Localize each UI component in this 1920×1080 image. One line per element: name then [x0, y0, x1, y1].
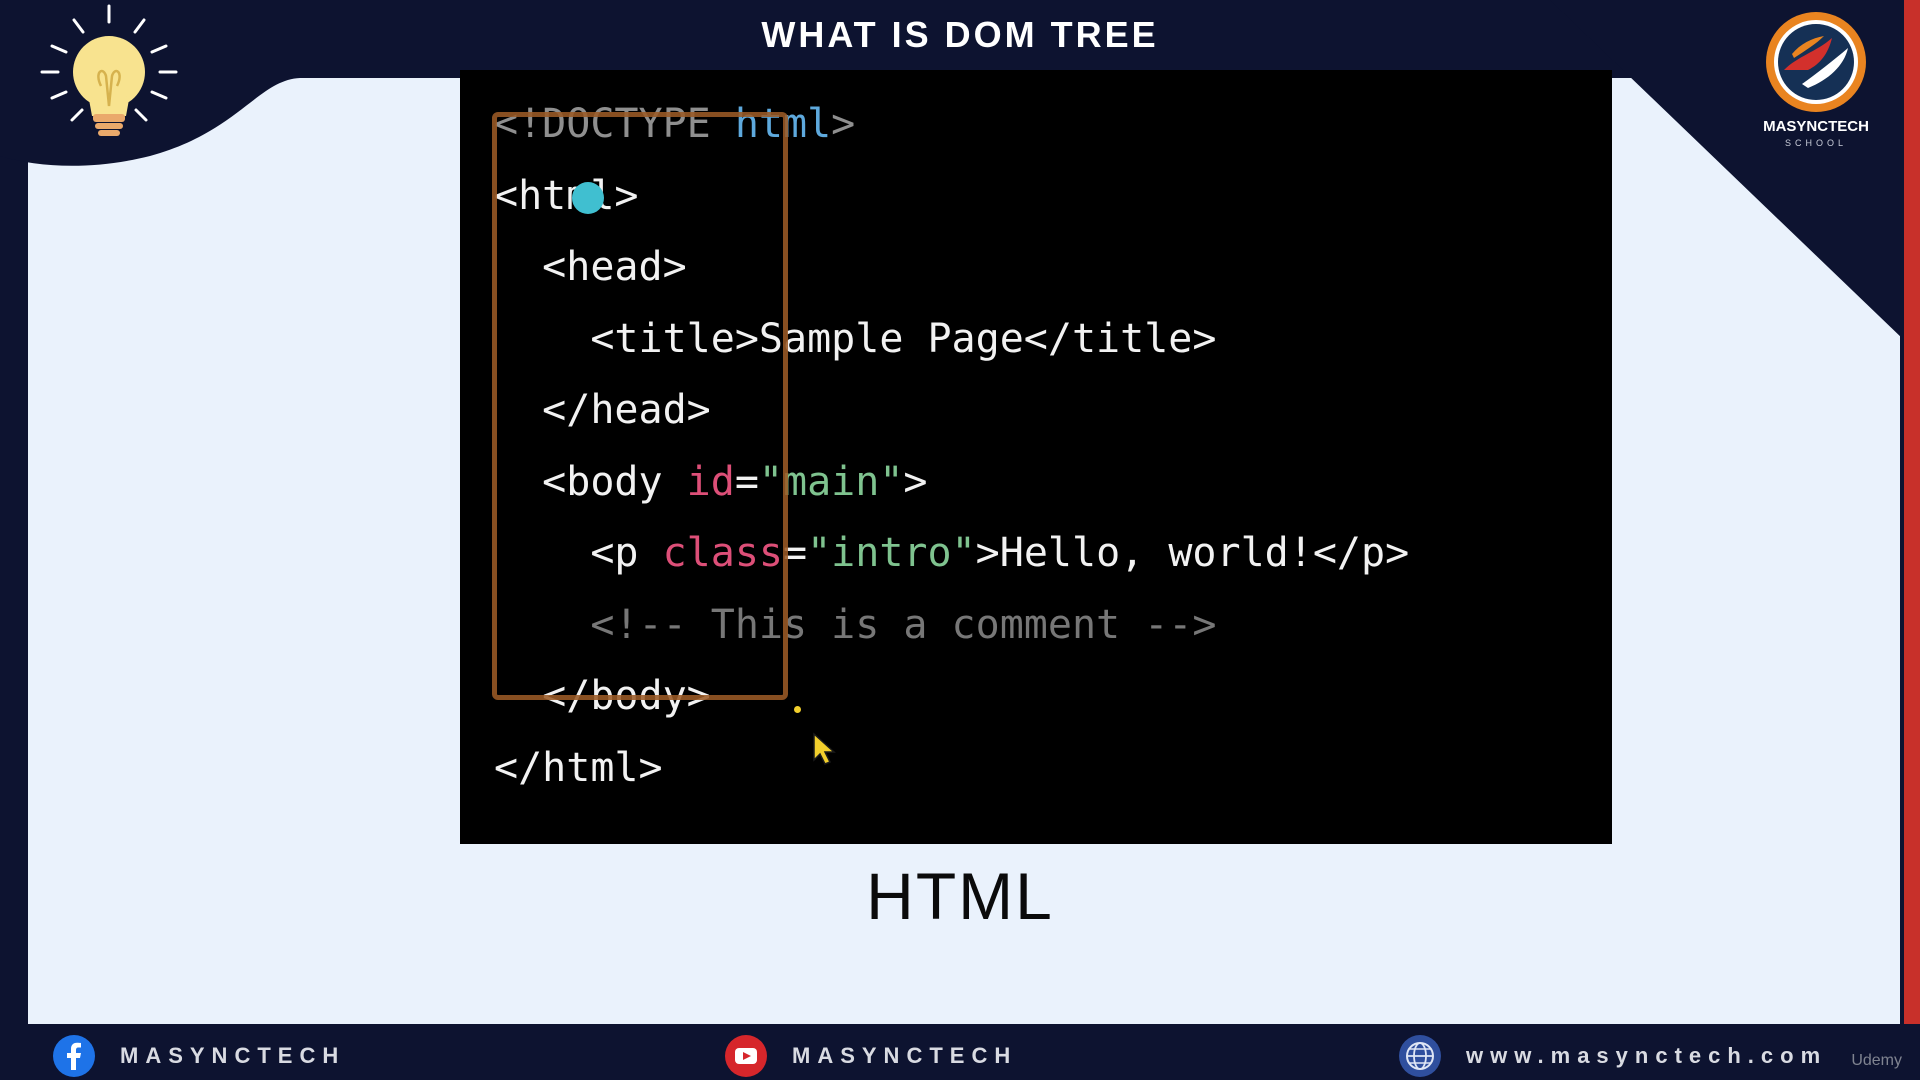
facebook-icon [53, 1035, 95, 1077]
logo: MASYNCTECH SCHOOL [1756, 8, 1876, 156]
footer-bar: MASYNCTECH MASYNCTECH www.masynctech.com… [0, 1024, 1920, 1080]
facebook-label: MASYNCTECH [120, 1043, 346, 1068]
code-token: > [831, 101, 856, 147]
click-indicator [572, 182, 604, 214]
pointer-dot [794, 706, 801, 713]
page-title: WHAT IS DOM TREE [761, 14, 1159, 55]
code-panel: <!DOCTYPE html> <html> <head> <title>Samp… [460, 70, 1612, 844]
watermark: Udemy [1851, 1052, 1902, 1069]
facebook-link[interactable]: MASYNCTECH [52, 1034, 345, 1078]
slide-caption: HTML [866, 859, 1054, 933]
code-token: > [903, 458, 928, 505]
youtube-link[interactable]: MASYNCTECH [724, 1034, 1017, 1078]
mouse-cursor-icon [813, 732, 836, 765]
website-label: www.masynctech.com [1466, 1043, 1828, 1068]
website-link[interactable]: www.masynctech.com [1398, 1034, 1827, 1078]
logo-subtitle: SCHOOL [1784, 138, 1847, 148]
logo-emblem-icon [1766, 12, 1866, 112]
slide: WHAT IS DOM TREE MASYNCTECH SCHOOL <!DOC… [0, 0, 1920, 1080]
youtube-icon [725, 1035, 767, 1077]
globe-icon [1399, 1035, 1441, 1077]
code-token: "intro" [807, 530, 976, 576]
code-line: </html> [494, 744, 663, 792]
highlight-box [492, 112, 788, 700]
code-token: </html> [494, 744, 663, 791]
logo-name: MASYNCTECH [1763, 118, 1869, 135]
youtube-label: MASYNCTECH [792, 1043, 1018, 1068]
code-token: >Hello, world!</p> [975, 530, 1410, 576]
